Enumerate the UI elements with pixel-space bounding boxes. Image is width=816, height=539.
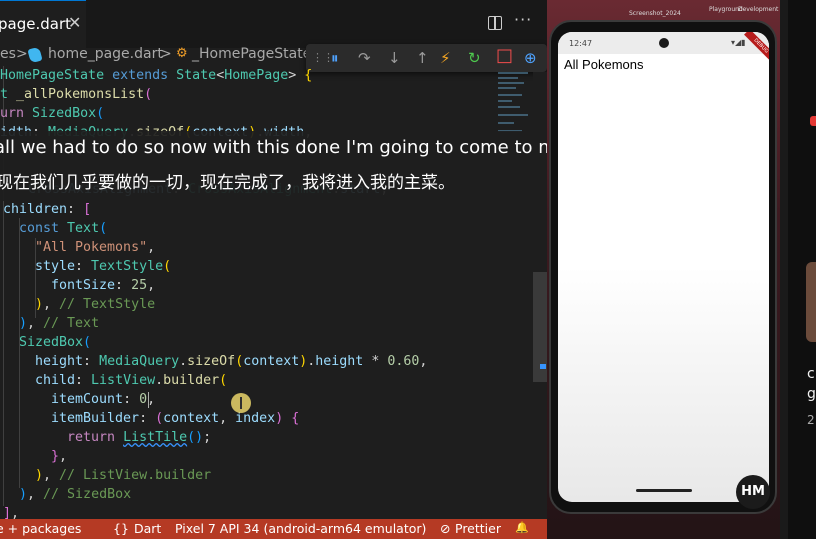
code-line: itemBuilder: (context, index) { bbox=[51, 411, 300, 426]
text-caret bbox=[148, 392, 149, 408]
code-editor: page.dart ✕ ··· es > home_page.dart > ⚙ … bbox=[0, 0, 547, 539]
status-language[interactable]: Dart bbox=[134, 521, 161, 536]
code-line: t _allPokemonsList( bbox=[0, 87, 153, 102]
code-line: }, bbox=[51, 449, 68, 464]
code-line: child: ListView.builder( bbox=[35, 373, 228, 388]
code-line: children: [ bbox=[3, 202, 92, 217]
camera-cutout bbox=[659, 38, 669, 48]
desktop-label: Screenshot_2024 bbox=[629, 10, 681, 17]
code-line: ), // Text bbox=[19, 316, 100, 331]
system-status-icons: ▾◢▮ bbox=[731, 38, 746, 47]
channel-logo-badge: HM bbox=[736, 475, 770, 509]
code-line: const Text( bbox=[19, 221, 108, 236]
breadcrumb-folder[interactable]: es bbox=[0, 46, 16, 62]
breadcrumb: es > home_page.dart > ⚙ _HomePageState bbox=[0, 46, 311, 66]
indent-guide bbox=[19, 218, 20, 488]
hot-restart-icon[interactable]: ↻ bbox=[468, 48, 481, 68]
chevron-right-icon: > bbox=[16, 46, 28, 62]
code-line: ), // ListView.builder bbox=[35, 468, 212, 483]
code-line: urn SizedBox( bbox=[0, 106, 105, 121]
breadcrumb-file[interactable]: home_page.dart bbox=[48, 46, 163, 62]
tab-label: page.dart bbox=[0, 15, 71, 33]
subtitle-english: all we had to do so now with this done I… bbox=[0, 137, 623, 158]
step-out-icon[interactable]: ↑ bbox=[416, 48, 429, 68]
code-line: "All Pokemons", bbox=[35, 240, 156, 255]
editor-tab-bar: page.dart ✕ ··· bbox=[0, 0, 547, 48]
subtitle-overlay: all we had to do so now with this done I… bbox=[0, 131, 623, 201]
red-indicator bbox=[810, 116, 816, 126]
code-line: return ListTile(); bbox=[67, 430, 212, 445]
braces-icon: {} bbox=[113, 521, 129, 536]
code-line: height: MediaQuery.sizeOf(context).heigh… bbox=[35, 354, 428, 369]
status-prettier[interactable]: Prettier bbox=[455, 521, 501, 536]
app-title-text: All Pokemons bbox=[564, 57, 644, 72]
status-device[interactable]: Pixel 7 API 34 (android-arm64 emulator) bbox=[175, 521, 426, 536]
right-panel-text: 2 bbox=[807, 413, 815, 427]
code-line: style: TextStyle( bbox=[35, 259, 172, 274]
right-panel-text: g bbox=[807, 386, 816, 402]
mouse-cursor-icon bbox=[231, 393, 251, 413]
step-over-icon[interactable]: ↷ bbox=[358, 48, 371, 68]
home-gesture-bar[interactable] bbox=[636, 489, 692, 492]
status-bar: e + packages {} Dart Pixel 7 API 34 (and… bbox=[0, 519, 547, 539]
code-line: ), // SizedBox bbox=[19, 487, 132, 502]
close-icon[interactable]: ✕ bbox=[68, 13, 81, 32]
hot-reload-icon[interactable]: ⚡ bbox=[440, 48, 451, 68]
class-symbol-icon: ⚙ bbox=[176, 46, 188, 61]
code-line: HomePageState extends State<HomePage> { bbox=[0, 68, 313, 83]
code-line: itemCount: 0, bbox=[51, 392, 156, 407]
stop-icon[interactable]: □ bbox=[496, 46, 513, 66]
code-line: SizedBox( bbox=[19, 335, 92, 350]
video-thumbnail[interactable] bbox=[806, 262, 816, 342]
status-time: 12:47 bbox=[569, 39, 593, 48]
chevron-right-icon: > bbox=[160, 46, 172, 62]
dart-file-icon bbox=[27, 46, 43, 64]
breadcrumb-class[interactable]: _HomePageState bbox=[192, 46, 311, 62]
desktop-label: Development bbox=[738, 6, 779, 13]
prettier-icon: ⊘ bbox=[440, 521, 451, 536]
pause-icon[interactable]: ⏸ bbox=[331, 48, 339, 68]
tab-home-page-dart[interactable]: page.dart ✕ bbox=[0, 0, 86, 48]
subtitle-chinese: 现在我们几乎要做的一切，现在完成了，我将进入我的主菜。 bbox=[0, 173, 455, 193]
split-editor-icon[interactable] bbox=[488, 16, 502, 30]
code-line: fontSize: 25, bbox=[51, 278, 156, 293]
bell-icon[interactable]: 🔔 bbox=[515, 521, 529, 534]
debug-toolbar: ⋮⋮ ⏸ ↷ ↓ ↑ ⚡ ↻ □ ⊕ bbox=[306, 44, 547, 72]
status-packages[interactable]: e + packages bbox=[0, 521, 81, 536]
android-status-bar: 12:47 ▾◢▮ bbox=[558, 32, 769, 54]
emulator-screen[interactable]: 12:47 ▾◢▮ DEBUG All Pokemons bbox=[558, 32, 769, 502]
right-panel-divider bbox=[780, 0, 788, 539]
devtools-icon[interactable]: ⊕ bbox=[524, 48, 537, 68]
scrollbar-marker bbox=[540, 364, 546, 369]
code-line: ), // TextStyle bbox=[35, 297, 156, 312]
more-actions-icon[interactable]: ··· bbox=[514, 10, 532, 29]
right-panel-text: c bbox=[807, 366, 815, 382]
step-into-icon[interactable]: ↓ bbox=[388, 48, 401, 68]
